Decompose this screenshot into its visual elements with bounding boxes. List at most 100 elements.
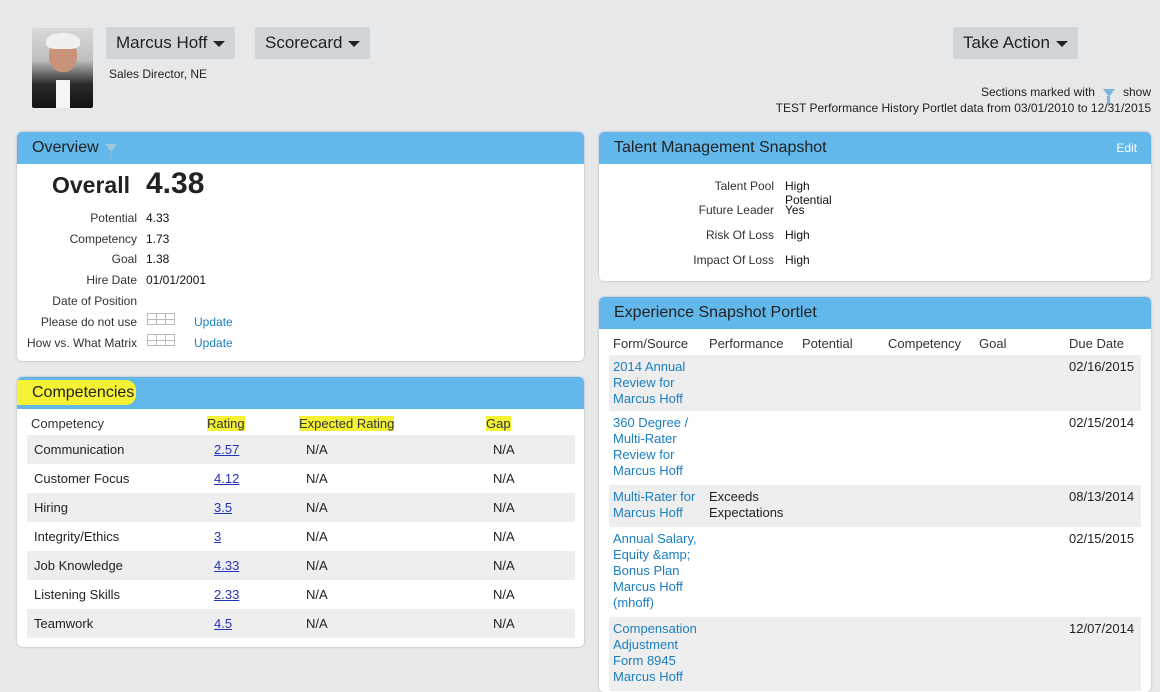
due-date-cell: 12/07/2014 bbox=[1065, 617, 1141, 691]
due-date-cell: 02/15/2015 bbox=[1069, 531, 1135, 546]
gap-cell: N/A bbox=[486, 493, 575, 522]
form-link[interactable]: Multi-Rater for Marcus Hoff bbox=[613, 489, 695, 520]
competency-name: Hiring bbox=[27, 493, 207, 522]
gap-cell: N/A bbox=[486, 551, 575, 580]
chevron-down-icon bbox=[1055, 40, 1068, 47]
update-link[interactable]: Update bbox=[194, 315, 233, 329]
col-competency: Competency bbox=[31, 415, 104, 431]
competencies-table: Competency Rating Expected Rating Gap Co… bbox=[27, 411, 575, 638]
competency-name: Integrity/Ethics bbox=[34, 529, 120, 544]
form-link[interactable]: 360 Degree / Multi-Rater Review for Marc… bbox=[613, 415, 688, 478]
rating-link[interactable]: 2.33 bbox=[214, 587, 239, 602]
table-row: Teamwork 4.5 N/A N/A bbox=[27, 609, 575, 638]
table-row: Integrity/Ethics 3 N/A N/A bbox=[27, 522, 575, 551]
table-header-row: Form/Source Performance Potential Compet… bbox=[609, 331, 1141, 355]
col-performance: Performance bbox=[709, 335, 784, 351]
form-cell: 2014 Annual Review for Marcus Hoff bbox=[609, 355, 705, 411]
gap-cell: N/A bbox=[486, 435, 575, 464]
table-row: Communication 2.57 N/A N/A bbox=[27, 435, 575, 464]
col-rating-label: Rating bbox=[207, 415, 245, 431]
col-due-date: Due Date bbox=[1069, 335, 1124, 351]
row-label: Goal bbox=[111, 252, 137, 266]
gap-cell: N/A bbox=[493, 529, 515, 544]
rating-link[interactable]: 3.5 bbox=[214, 500, 232, 515]
row-value: Yes bbox=[785, 203, 805, 217]
table-row: Annual Salary, Equity &amp; Bonus Plan M… bbox=[609, 527, 1141, 617]
competencies-title: Competencies bbox=[17, 380, 137, 405]
expected-cell: N/A bbox=[299, 609, 486, 638]
row-value: 1.73 bbox=[146, 232, 170, 246]
view-dropdown[interactable]: Scorecard bbox=[255, 27, 371, 59]
rating-cell: 2.57 bbox=[207, 435, 299, 464]
row-label: Competency bbox=[69, 232, 137, 246]
rating-link[interactable]: 3 bbox=[214, 529, 221, 544]
table-row: Compensation Adjustment Form 8945 Marcus… bbox=[609, 617, 1141, 691]
due-date-cell: 08/13/2014 bbox=[1065, 485, 1141, 527]
filter-note-a: Sections marked with bbox=[980, 85, 1095, 99]
rating-link[interactable]: 4.12 bbox=[214, 471, 239, 486]
view-label: Scorecard bbox=[265, 33, 343, 52]
expected-cell: N/A bbox=[306, 587, 328, 602]
expected-cell: N/A bbox=[299, 435, 486, 464]
row-value: 01/01/2001 bbox=[146, 273, 207, 287]
potential-cell bbox=[798, 485, 884, 527]
take-action-dropdown[interactable]: Take Action bbox=[953, 27, 1078, 59]
expected-cell: N/A bbox=[299, 493, 486, 522]
expected-cell: N/A bbox=[306, 529, 328, 544]
competency-name: Teamwork bbox=[27, 609, 207, 638]
form-cell: 360 Degree / Multi-Rater Review for Marc… bbox=[609, 411, 705, 485]
competency-cell bbox=[884, 355, 975, 411]
job-title: Sales Director, NE bbox=[109, 67, 208, 81]
competency-name: Customer Focus bbox=[34, 471, 130, 486]
performance-cell: Exceeds Expectations bbox=[705, 485, 798, 527]
col-expected-label: Expected Rating bbox=[299, 415, 395, 431]
competency-cell bbox=[884, 485, 975, 527]
overall-label: Overall bbox=[52, 172, 130, 198]
goal-cell bbox=[975, 617, 1065, 691]
chevron-down-icon bbox=[213, 40, 226, 47]
overview-panel: Overview Overall 4.38 Potential 4.33 Comp… bbox=[17, 132, 584, 361]
row-value: 4.33 bbox=[146, 211, 170, 225]
goal-cell bbox=[975, 527, 1065, 617]
col-potential: Potential bbox=[802, 335, 853, 351]
row-label: How vs. What Matrix bbox=[26, 336, 137, 350]
rating-cell: 3 bbox=[207, 522, 299, 551]
row-value: High bbox=[785, 228, 810, 242]
rating-cell: 3.5 bbox=[207, 493, 299, 522]
form-link[interactable]: Compensation Adjustment Form 8945 Marcus… bbox=[613, 621, 697, 684]
form-link[interactable]: 2014 Annual Review for Marcus Hoff bbox=[613, 359, 685, 406]
grid-icon bbox=[147, 313, 175, 325]
form-cell: Compensation Adjustment Form 8945 Marcus… bbox=[609, 617, 705, 691]
row-label: Please do not use bbox=[40, 315, 137, 329]
table-row: Multi-Rater for Marcus Hoff Exceeds Expe… bbox=[609, 485, 1141, 527]
expected-cell: N/A bbox=[299, 551, 486, 580]
filter-note: Sections marked with show bbox=[980, 85, 1151, 104]
col-gap-label: Gap bbox=[486, 415, 511, 431]
rating-cell: 2.33 bbox=[207, 580, 299, 609]
edit-link[interactable]: Edit bbox=[1116, 132, 1137, 164]
potential-cell bbox=[798, 617, 884, 691]
row-label: Impact Of Loss bbox=[693, 253, 774, 267]
competencies-panel: Competencies Competency Rating Expected … bbox=[17, 377, 584, 647]
col-competency: Competency bbox=[888, 335, 961, 351]
performance-cell bbox=[705, 411, 798, 485]
date-range-note: TEST Performance History Portlet data fr… bbox=[775, 101, 1151, 115]
goal-cell bbox=[975, 411, 1065, 485]
overview-title: Overview bbox=[32, 139, 99, 156]
competency-name: Job Knowledge bbox=[27, 551, 207, 580]
filter-icon bbox=[104, 143, 117, 159]
chevron-down-icon bbox=[348, 40, 361, 47]
avatar-hair bbox=[46, 33, 80, 49]
experience-header: Experience Snapshot Portlet bbox=[599, 297, 1151, 329]
row-value: 1.38 bbox=[146, 252, 170, 266]
rating-link[interactable]: 4.33 bbox=[214, 558, 239, 573]
rating-link[interactable]: 2.57 bbox=[214, 442, 239, 457]
update-link[interactable]: Update bbox=[194, 336, 233, 350]
row-label: Date of Position bbox=[52, 294, 137, 308]
take-action-label: Take Action bbox=[963, 33, 1050, 52]
competency-name: Communication bbox=[27, 435, 207, 464]
form-link[interactable]: Annual Salary, Equity &amp; Bonus Plan M… bbox=[613, 531, 697, 610]
performance-cell bbox=[705, 355, 798, 411]
rating-link[interactable]: 4.5 bbox=[214, 616, 232, 631]
user-dropdown[interactable]: Marcus Hoff bbox=[106, 27, 236, 59]
